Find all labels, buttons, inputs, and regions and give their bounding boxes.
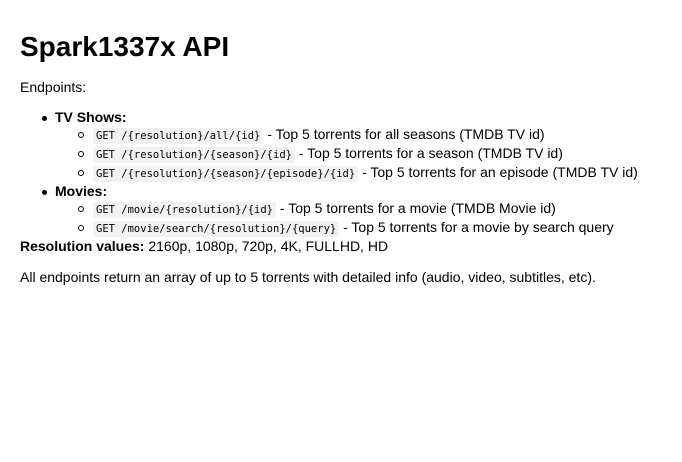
endpoints-intro: Endpoints: bbox=[20, 79, 87, 95]
resolution-list: 2160p, 1080p, 720p, 4K, FULLHD, HD bbox=[148, 238, 389, 254]
endpoint-description: - Top 5 torrents for a movie (TMDB Movie… bbox=[279, 200, 556, 216]
endpoint-code: GET /{resolution}/all/{id} bbox=[93, 128, 264, 144]
resolution-label: Resolution values: bbox=[20, 238, 145, 254]
endpoint-item: GET /movie/search/{resolution}/{query} -… bbox=[55, 219, 638, 238]
endpoint-item: GET /{resolution}/{season}/{id} - Top 5 … bbox=[55, 145, 638, 164]
endpoint-description: - Top 5 torrents for all seasons (TMDB T… bbox=[267, 126, 545, 142]
endpoint-description: - Top 5 torrents for a movie by search q… bbox=[343, 219, 614, 235]
endpoint-code: GET /{resolution}/{season}/{id} bbox=[93, 147, 295, 163]
circle-bullet-icon bbox=[78, 170, 84, 176]
endpoint-description: - Top 5 torrents for a season (TMDB TV i… bbox=[298, 145, 563, 161]
circle-bullet-icon bbox=[78, 151, 84, 157]
circle-bullet-icon bbox=[78, 225, 84, 231]
resolution-values: Resolution values: 2160p, 1080p, 720p, 4… bbox=[20, 238, 388, 255]
endpoint-groups: TV Shows: GET /{resolution}/all/{id} - T… bbox=[20, 109, 638, 238]
group-tv-shows: TV Shows: GET /{resolution}/all/{id} - T… bbox=[20, 109, 638, 183]
page-title: Spark1337x API bbox=[20, 31, 230, 62]
bullet-icon bbox=[42, 116, 47, 121]
circle-bullet-icon bbox=[78, 132, 84, 138]
endpoint-item: GET /{resolution}/all/{id} - Top 5 torre… bbox=[55, 126, 638, 145]
endpoint-code: GET /movie/search/{resolution}/{query} bbox=[93, 221, 340, 237]
movie-endpoint-list: GET /movie/{resolution}/{id} - Top 5 tor… bbox=[55, 200, 638, 238]
endpoint-description: - Top 5 torrents for an episode (TMDB TV… bbox=[362, 164, 638, 180]
tv-endpoint-list: GET /{resolution}/all/{id} - Top 5 torre… bbox=[55, 126, 638, 183]
group-label: Movies: bbox=[55, 183, 108, 199]
endpoint-item: GET /{resolution}/{season}/{episode}/{id… bbox=[55, 164, 638, 183]
circle-bullet-icon bbox=[78, 206, 84, 212]
endpoint-code: GET /movie/{resolution}/{id} bbox=[93, 202, 277, 218]
bullet-icon bbox=[42, 190, 47, 195]
endpoint-code: GET /{resolution}/{season}/{episode}/{id… bbox=[93, 166, 359, 182]
endpoint-item: GET /movie/{resolution}/{id} - Top 5 tor… bbox=[55, 200, 638, 219]
group-movies: Movies: GET /movie/{resolution}/{id} - T… bbox=[20, 183, 638, 238]
footer-note: All endpoints return an array of up to 5… bbox=[20, 269, 596, 285]
group-label: TV Shows: bbox=[55, 109, 127, 125]
